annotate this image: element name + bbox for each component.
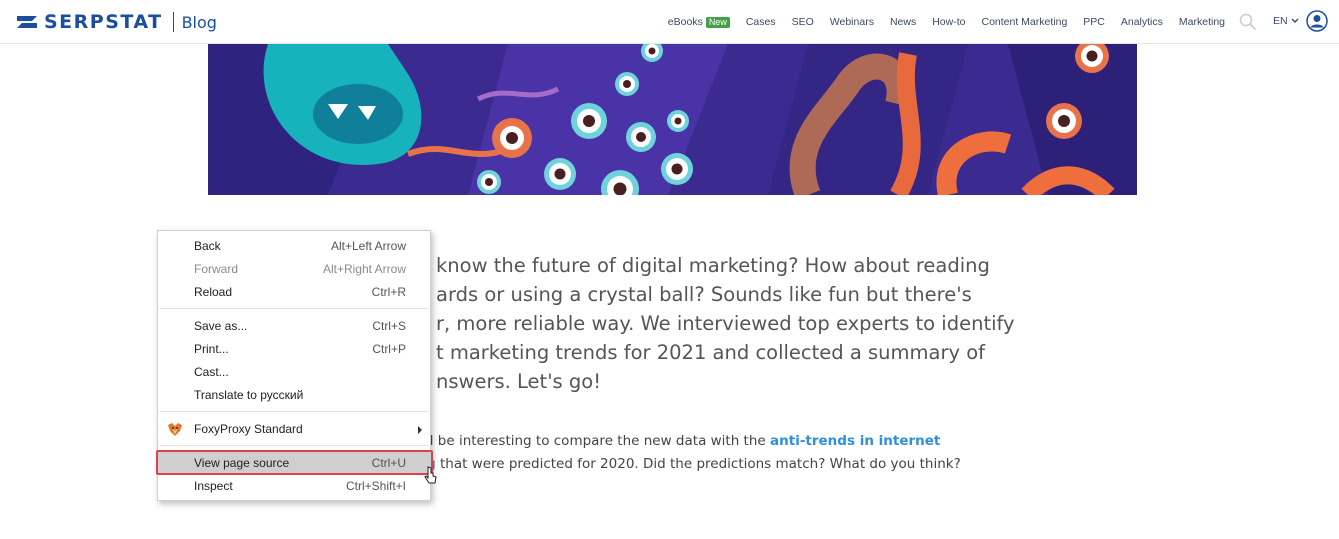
highlight-annotation <box>156 450 433 475</box>
menu-item-label: Inspect <box>194 479 233 493</box>
submenu-arrow-icon <box>418 426 422 434</box>
logo-text: SERPSTAT <box>44 11 163 33</box>
intro-line: nswers. Let's go! <box>436 370 602 393</box>
nav-ebooks-label: eBooks <box>667 16 703 28</box>
main-nav: eBooks New Cases SEO Webinars News How-t… <box>652 0 1225 44</box>
menu-item-label: Forward <box>194 262 239 276</box>
menu-item-back[interactable]: Back Alt+Left Arrow <box>158 235 430 258</box>
nav-content-marketing[interactable]: Content Marketing <box>981 16 1067 28</box>
article-paragraph: ll be interesting to compare the new dat… <box>426 430 986 476</box>
menu-separator <box>159 308 429 309</box>
menu-item-save-as[interactable]: Save as... Ctrl+S <box>158 315 430 338</box>
paragraph-line-1: ll be interesting to compare the new dat… <box>426 430 986 453</box>
nav-analytics[interactable]: Analytics <box>1121 16 1163 28</box>
menu-item-inspect[interactable]: Inspect Ctrl+Shift+I <box>158 475 430 498</box>
intro-line: know the future of digital marketing? Ho… <box>436 254 990 277</box>
menu-item-print[interactable]: Print... Ctrl+P <box>158 338 430 361</box>
nav-ppc[interactable]: PPC <box>1083 16 1105 28</box>
menu-item-label: Print... <box>194 342 229 356</box>
menu-item-shortcut: Ctrl+S <box>372 319 406 333</box>
chevron-down-icon <box>1291 18 1299 23</box>
logo-blog-label: Blog <box>181 12 217 32</box>
anti-trends-link[interactable]: anti-trends in internet <box>770 433 940 449</box>
nav-marketing[interactable]: Marketing <box>1179 16 1225 28</box>
nav-webinars[interactable]: Webinars <box>830 16 874 28</box>
language-label: EN <box>1273 15 1288 27</box>
menu-item-label: Save as... <box>194 319 248 333</box>
paragraph-line-2: g that were predicted for 2020. Did the … <box>426 453 986 476</box>
menu-item-label: Reload <box>194 285 233 299</box>
serpstat-logo-icon <box>17 16 37 28</box>
menu-item-shortcut: Ctrl+Shift+I <box>345 479 406 493</box>
menu-item-shortcut: Ctrl+R <box>371 285 406 299</box>
menu-item-reload[interactable]: Reload Ctrl+R <box>158 281 430 304</box>
menu-separator <box>159 445 429 446</box>
search-icon[interactable] <box>1239 13 1256 30</box>
intro-line: t marketing trends for 2021 and collecte… <box>436 341 986 364</box>
menu-item-cast[interactable]: Cast... <box>158 361 430 384</box>
intro-line: r, more reliable way. We interviewed top… <box>436 312 1015 335</box>
language-selector[interactable]: EN <box>1273 15 1299 27</box>
menu-item-translate[interactable]: Translate to русский <box>158 384 430 407</box>
nav-cases[interactable]: Cases <box>746 16 776 28</box>
paragraph-text: that were predicted for 2020. Did the pr… <box>435 456 961 472</box>
menu-item-label: Translate to русский <box>194 388 304 402</box>
new-badge: New <box>705 16 730 28</box>
mouse-pointer-icon <box>424 466 437 484</box>
intro-line: ards or using a crystal ball? Sounds lik… <box>436 283 972 306</box>
nav-how-to[interactable]: How-to <box>932 16 965 28</box>
menu-item-label: Cast... <box>194 365 229 379</box>
menu-item-shortcut: Alt+Right Arrow <box>322 262 406 276</box>
user-account-icon[interactable] <box>1306 10 1328 32</box>
menu-item-forward[interactable]: Forward Alt+Right Arrow <box>158 258 430 281</box>
menu-item-label: FoxyProxy Standard <box>194 422 303 436</box>
menu-item-shortcut: Ctrl+P <box>372 342 406 356</box>
logo-divider <box>172 12 174 32</box>
foxyproxy-icon <box>168 423 182 436</box>
menu-item-shortcut: Alt+Left Arrow <box>330 239 406 253</box>
nav-seo[interactable]: SEO <box>792 16 814 28</box>
menu-item-foxyproxy[interactable]: FoxyProxy Standard <box>158 418 430 441</box>
top-navigation-bar: SERPSTAT Blog eBooks New Cases SEO Webin… <box>0 0 1339 44</box>
monster-illustration <box>208 44 1137 195</box>
paragraph-text: ll be interesting to compare the new dat… <box>426 433 771 449</box>
hero-illustration <box>208 44 1137 195</box>
serpstat-logo[interactable]: SERPSTAT Blog <box>16 11 217 33</box>
nav-news[interactable]: News <box>890 16 916 28</box>
nav-ebooks[interactable]: eBooks New <box>668 16 730 28</box>
menu-item-label: Back <box>194 239 221 253</box>
article-intro: know the future of digital marketing? Ho… <box>436 251 1015 396</box>
menu-separator <box>159 411 429 412</box>
